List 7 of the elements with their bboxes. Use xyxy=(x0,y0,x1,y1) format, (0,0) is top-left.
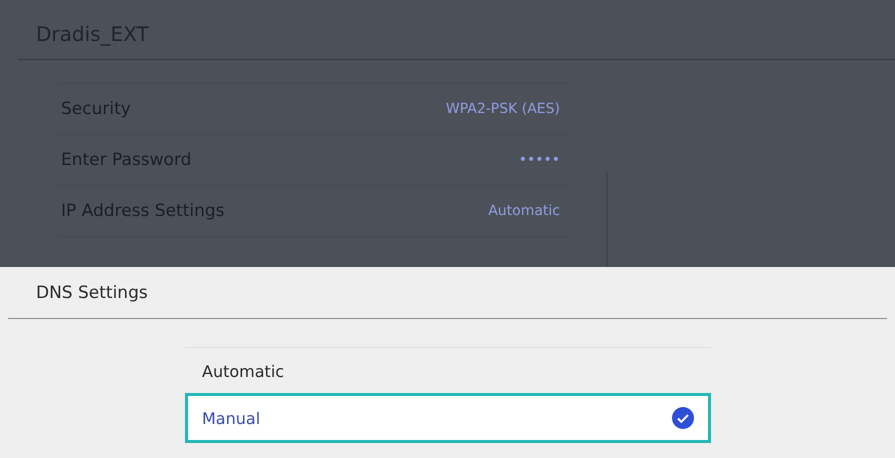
setting-value: Automatic xyxy=(488,203,560,219)
setting-value: ••••• xyxy=(518,152,560,168)
dialog-title: DNS Settings xyxy=(36,282,148,302)
setting-value: WPA2-PSK (AES) xyxy=(446,101,560,117)
checkmark-icon xyxy=(672,407,694,429)
dns-option[interactable]: Manual xyxy=(185,393,711,443)
dns-option[interactable]: Automatic xyxy=(185,349,711,393)
